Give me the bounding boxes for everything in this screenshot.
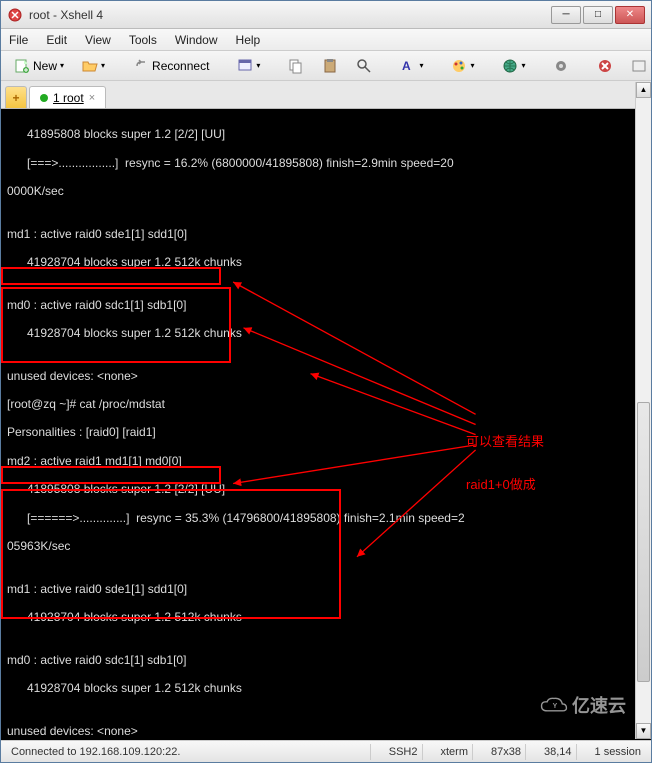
web-button[interactable]: ▾ (495, 55, 532, 77)
minimize-button[interactable]: ─ (551, 6, 581, 24)
close-button[interactable]: ✕ (615, 6, 645, 24)
copy-icon (288, 58, 304, 74)
term-line: md1 : active raid0 sde1[1] sdd1[0] (7, 582, 645, 596)
term-line: md2 : active raid1 md1[1] md0[0] (7, 454, 645, 468)
status-cursor: 38,14 (540, 744, 577, 760)
palette-icon (451, 58, 467, 74)
menu-help[interactable]: Help (236, 33, 261, 47)
app-icon (7, 7, 23, 23)
term-line: Personalities : [raid0] [raid1] (7, 425, 645, 439)
cloud-icon: Y (540, 697, 568, 715)
search-icon (356, 58, 372, 74)
menu-window[interactable]: Window (175, 33, 218, 47)
menubar: File Edit View Tools Window Help (1, 29, 651, 51)
term-line: [===>.................] resync = 16.2% (… (7, 156, 645, 170)
plus-icon: + (12, 91, 19, 105)
status-size: 87x38 (487, 744, 526, 760)
new-label: New (33, 59, 57, 73)
tab-session[interactable]: 1 root × (29, 86, 106, 108)
tab-close-icon[interactable]: × (89, 92, 95, 104)
status-dot-icon (40, 94, 48, 102)
term-line: 41928704 blocks super 1.2 512k chunks (7, 681, 645, 695)
tab-label: 1 root (53, 91, 84, 105)
menu-file[interactable]: File (9, 33, 28, 47)
reconnect-label: Reconnect (152, 59, 209, 73)
copy-button[interactable] (281, 55, 311, 77)
tabbar: + 1 root × (1, 81, 651, 109)
dropdown-icon: ▾ (60, 61, 64, 70)
svg-text:Y: Y (553, 703, 558, 710)
term-line: md0 : active raid0 sdc1[1] sdb1[0] (7, 653, 645, 667)
term-line: md1 : active raid0 sde1[1] sdd1[0] (7, 227, 645, 241)
term-line: 41928704 blocks super 1.2 512k chunks (7, 255, 645, 269)
paste-button[interactable] (315, 55, 345, 77)
script-icon (631, 58, 647, 74)
scroll-down-button[interactable]: ▼ (636, 723, 651, 739)
plug-icon (133, 58, 149, 74)
props-button[interactable]: ▾ (230, 55, 267, 77)
term-line: 41928704 blocks super 1.2 512k chunks (7, 326, 645, 340)
titlebar[interactable]: root - Xshell 4 ─ □ ✕ (1, 1, 651, 29)
status-protocol: SSH2 (385, 744, 423, 760)
term-line: 05963K/sec (7, 539, 645, 553)
watermark: Y 亿速云 (540, 697, 626, 715)
term-line: 0000K/sec (7, 184, 645, 198)
font-icon: A (400, 58, 416, 74)
maximize-button[interactable]: □ (583, 6, 613, 24)
term-line: unused devices: <none> (7, 724, 645, 738)
vertical-scrollbar[interactable]: ▲ ▼ (635, 82, 651, 739)
props-icon (237, 58, 253, 74)
tool-a[interactable] (546, 55, 576, 77)
highlight-box (1, 489, 341, 619)
status-connection: Connected to 192.168.109.120:22. (7, 744, 371, 760)
svg-text:A: A (402, 59, 411, 73)
toolbar: New ▾ ▾ Reconnect ▾ A▾ ▾ ▾ » (1, 51, 651, 81)
term-line: 41895808 blocks super 1.2 [2/2] [UU] (7, 482, 645, 496)
window-title: root - Xshell 4 (29, 8, 549, 22)
xftp-button[interactable] (590, 55, 620, 77)
scroll-thumb[interactable] (637, 402, 650, 682)
status-termtype: xterm (437, 744, 474, 760)
globe-icon (502, 58, 518, 74)
menu-edit[interactable]: Edit (46, 33, 67, 47)
statusbar: Connected to 192.168.109.120:22. SSH2 xt… (1, 740, 651, 762)
menu-view[interactable]: View (85, 33, 111, 47)
reconnect-button[interactable]: Reconnect (126, 55, 216, 77)
paste-icon (322, 58, 338, 74)
font-button[interactable]: A▾ (393, 55, 430, 77)
term-line: unused devices: <none> (7, 369, 645, 383)
menu-tools[interactable]: Tools (129, 33, 157, 47)
term-line: 41928704 blocks super 1.2 512k chunks (7, 610, 645, 624)
find-button[interactable] (349, 55, 379, 77)
status-sessions: 1 session (591, 744, 645, 760)
new-button[interactable]: New ▾ (7, 55, 71, 77)
term-line: [root@zq ~]# cat /proc/mdstat (7, 397, 645, 411)
new-icon (14, 58, 30, 74)
terminal[interactable]: 41895808 blocks super 1.2 [2/2] [UU] [==… (1, 109, 651, 740)
term-line: 41895808 blocks super 1.2 [2/2] [UU] (7, 127, 645, 141)
highlight-box (1, 267, 221, 285)
dropdown-icon: ▾ (101, 61, 105, 70)
xftp-icon (597, 58, 613, 74)
open-button[interactable]: ▾ (75, 55, 112, 77)
folder-icon (82, 58, 98, 74)
scroll-up-button[interactable]: ▲ (636, 82, 651, 98)
app-window: root - Xshell 4 ─ □ ✕ File Edit View Too… (0, 0, 652, 763)
gear-icon (553, 58, 569, 74)
term-line: [======>..............] resync = 35.3% (… (7, 511, 645, 525)
add-tab-button[interactable]: + (5, 86, 27, 108)
tool-c[interactable] (624, 55, 652, 77)
term-line: md0 : active raid0 sdc1[1] sdb1[0] (7, 298, 645, 312)
color-button[interactable]: ▾ (444, 55, 481, 77)
